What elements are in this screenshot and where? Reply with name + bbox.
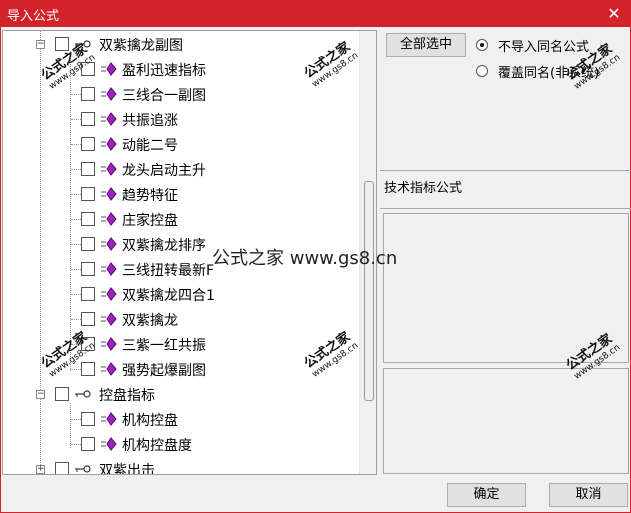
formula-icon bbox=[101, 112, 117, 126]
tree-item[interactable]: 共振追涨 bbox=[3, 109, 353, 131]
formula-icon bbox=[101, 162, 117, 176]
tree-line bbox=[71, 294, 81, 295]
tree-group[interactable]: + 双紫出击 bbox=[3, 459, 353, 475]
tree-group[interactable]: − 双紫擒龙副图 bbox=[3, 34, 353, 56]
tree-item[interactable]: 机构控盘 bbox=[3, 409, 353, 431]
group-checkbox[interactable] bbox=[55, 462, 69, 474]
tree-group[interactable]: − 控盘指标 bbox=[3, 384, 353, 406]
tree-item[interactable]: 双紫擒龙四合1 bbox=[3, 284, 353, 306]
formula-icon bbox=[101, 362, 117, 376]
formula-icon bbox=[101, 337, 117, 351]
formula-icon bbox=[101, 187, 117, 201]
tree-line bbox=[71, 144, 81, 145]
group-label: 双紫擒龙副图 bbox=[99, 38, 183, 54]
item-label: 双紫擒龙排序 bbox=[122, 238, 206, 254]
window-title: 导入公式 bbox=[7, 9, 60, 24]
item-label: 庄家控盘 bbox=[122, 213, 178, 229]
collapse-icon[interactable]: − bbox=[36, 40, 45, 49]
tree-item[interactable]: 庄家控盘 bbox=[3, 209, 353, 231]
item-checkbox[interactable] bbox=[81, 312, 95, 326]
tree-line bbox=[71, 419, 81, 420]
item-label: 盈利迅速指标 bbox=[122, 63, 206, 79]
item-checkbox[interactable] bbox=[81, 412, 95, 426]
tree-item[interactable]: 动能二号 bbox=[3, 134, 353, 156]
expand-icon[interactable]: + bbox=[36, 465, 45, 474]
tree-line bbox=[71, 444, 81, 445]
item-label: 双紫擒龙四合1 bbox=[122, 288, 215, 304]
tree-line bbox=[71, 194, 81, 195]
formula-icon bbox=[101, 87, 117, 101]
tree-line bbox=[71, 244, 81, 245]
item-label: 动能二号 bbox=[122, 138, 178, 154]
item-checkbox[interactable] bbox=[81, 162, 95, 176]
close-icon[interactable]: ✕ bbox=[597, 0, 631, 27]
formula-icon bbox=[101, 412, 117, 426]
group-label: 双紫出击 bbox=[99, 463, 155, 475]
formula-icon bbox=[101, 137, 117, 151]
tree-line bbox=[71, 219, 81, 220]
group-checkbox[interactable] bbox=[55, 387, 69, 401]
formula-type-label: 技术指标公式 bbox=[384, 181, 463, 196]
tree-item[interactable]: 双紫擒龙 bbox=[3, 309, 353, 331]
watermark-center: 公式之家 www.gs8.cn bbox=[212, 248, 398, 269]
tree-line bbox=[71, 269, 81, 270]
item-checkbox[interactable] bbox=[81, 362, 95, 376]
radio-skip-label: 不导入同名公式 bbox=[498, 39, 590, 55]
tree-line bbox=[71, 94, 81, 95]
formula-icon bbox=[101, 262, 117, 276]
key-icon bbox=[75, 465, 91, 473]
item-checkbox[interactable] bbox=[81, 237, 95, 251]
formula-icon bbox=[101, 437, 117, 451]
tree-item[interactable]: 机构控盘度 bbox=[3, 434, 353, 456]
item-label: 三线扭转最新F bbox=[122, 263, 215, 279]
divider bbox=[380, 170, 631, 171]
formula-icon bbox=[101, 62, 117, 76]
key-icon bbox=[75, 390, 91, 398]
item-label: 强势起爆副图 bbox=[122, 363, 206, 379]
item-label: 机构控盘 bbox=[122, 413, 178, 429]
scrollbar-thumb[interactable] bbox=[364, 181, 374, 401]
item-checkbox[interactable] bbox=[81, 187, 95, 201]
title-bar: 导入公式 ✕ bbox=[0, 0, 631, 27]
formula-icon bbox=[101, 237, 117, 251]
ok-button[interactable]: 确定 bbox=[447, 483, 526, 507]
item-label: 龙头启动主升 bbox=[122, 163, 206, 179]
item-label: 三线合一副图 bbox=[122, 88, 206, 104]
cancel-button[interactable]: 取消 bbox=[549, 483, 628, 507]
item-checkbox[interactable] bbox=[81, 262, 95, 276]
item-label: 双紫擒龙 bbox=[122, 313, 178, 329]
radio-checked-icon[interactable] bbox=[476, 39, 488, 51]
item-checkbox[interactable] bbox=[81, 212, 95, 226]
tree-line bbox=[71, 119, 81, 120]
parameter-panel bbox=[383, 368, 629, 474]
divider bbox=[380, 208, 631, 209]
formula-icon bbox=[101, 312, 117, 326]
item-checkbox[interactable] bbox=[81, 437, 95, 451]
item-checkbox[interactable] bbox=[81, 287, 95, 301]
item-label: 三紫一红共振 bbox=[122, 338, 206, 354]
item-label: 趋势特征 bbox=[122, 188, 178, 204]
item-checkbox[interactable] bbox=[81, 137, 95, 151]
select-all-button[interactable]: 全部选中 bbox=[386, 33, 466, 57]
item-checkbox[interactable] bbox=[81, 112, 95, 126]
tree-item[interactable]: 趋势特征 bbox=[3, 184, 353, 206]
collapse-icon[interactable]: − bbox=[36, 390, 45, 399]
tree-line bbox=[71, 369, 81, 370]
item-checkbox[interactable] bbox=[81, 87, 95, 101]
formula-icon bbox=[101, 287, 117, 301]
tree-line bbox=[71, 319, 81, 320]
radio-unchecked-icon[interactable] bbox=[476, 65, 488, 77]
formula-icon bbox=[101, 212, 117, 226]
group-label: 控盘指标 bbox=[99, 388, 155, 404]
item-label: 机构控盘度 bbox=[122, 438, 192, 454]
tree-line bbox=[71, 169, 81, 170]
radio-skip-duplicates[interactable]: 不导入同名公式 bbox=[476, 35, 589, 55]
item-label: 共振追涨 bbox=[122, 113, 178, 129]
tree-item[interactable]: 龙头启动主升 bbox=[3, 159, 353, 181]
